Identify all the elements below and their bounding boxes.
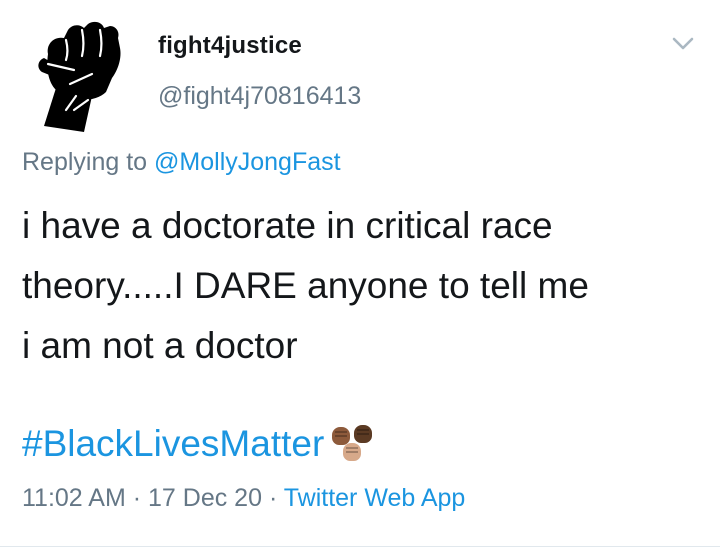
meta-separator: · (268, 484, 278, 512)
meta-separator: · (132, 484, 142, 512)
hashtag-link[interactable]: #BlackLivesMatter (22, 423, 324, 465)
raised-fist-icon (354, 425, 373, 443)
hashtag-row: #BlackLivesMatter (22, 418, 378, 470)
user-handle[interactable]: @fight4j70816413 (158, 82, 361, 111)
divider (0, 546, 720, 547)
tweet-text-line: i am not a doctor (22, 325, 298, 366)
raised-fist-icon (343, 443, 362, 461)
tweet: fight4justice @fight4j70816413 Replying … (0, 0, 720, 551)
reply-context: Replying to @MollyJongFast (22, 148, 341, 177)
tweet-text: i have a doctorate in critical race theo… (22, 196, 702, 376)
reply-prefix: Replying to (22, 148, 148, 176)
display-name[interactable]: fight4justice (158, 32, 302, 60)
raised-fist-icon (332, 427, 351, 445)
tweet-text-line: i have a doctorate in critical race (22, 205, 553, 246)
avatar[interactable] (18, 14, 138, 134)
tweet-date[interactable]: 17 Dec 20 (148, 484, 262, 512)
tweet-menu-button[interactable] (668, 32, 698, 56)
tweet-time[interactable]: 11:02 AM (22, 484, 126, 512)
raised-fists-emoji (332, 425, 378, 463)
tweet-meta: 11:02 AM · 17 Dec 20 · Twitter Web App (22, 484, 465, 513)
chevron-down-icon (672, 37, 694, 50)
tweet-source-link[interactable]: Twitter Web App (284, 484, 466, 512)
raised-fist-icon (18, 14, 138, 134)
tweet-text-line: theory.....I DARE anyone to tell me (22, 265, 589, 306)
reply-to-link[interactable]: @MollyJongFast (154, 148, 341, 176)
